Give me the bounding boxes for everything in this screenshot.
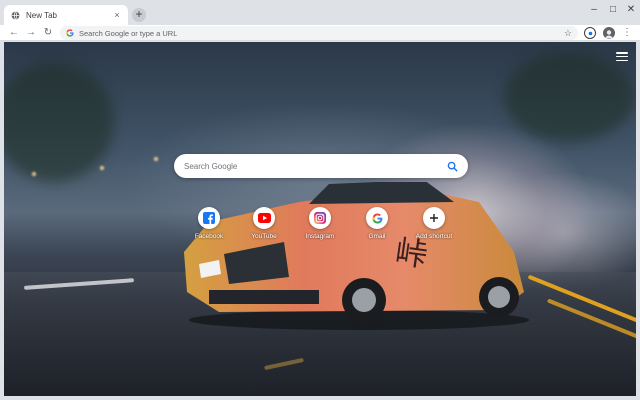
tab-new-tab[interactable]: New Tab ×: [4, 5, 128, 25]
plus-icon: [423, 207, 445, 229]
new-tab-button[interactable]: +: [132, 8, 146, 22]
back-button[interactable]: ←: [8, 27, 20, 39]
search-icon[interactable]: [447, 161, 458, 172]
shortcut-gmail[interactable]: Gmail: [350, 207, 404, 252]
youtube-icon: [253, 207, 275, 229]
extension-icon[interactable]: [584, 27, 596, 39]
shortcut-facebook[interactable]: Facebook: [182, 207, 236, 252]
car-image: 峠: [184, 182, 529, 330]
shortcut-label: Instagram: [305, 233, 335, 240]
facebook-icon: [198, 207, 220, 229]
shortcut-label: Add shortcut: [415, 233, 453, 240]
search-input[interactable]: [184, 161, 447, 171]
reload-button[interactable]: ↻: [42, 27, 54, 39]
new-tab-page: 峠 Facebook YouTube: [4, 42, 636, 396]
google-g-icon: [66, 29, 74, 37]
minimize-button[interactable]: –: [588, 4, 600, 16]
chrome-menu-button[interactable]: ⋮: [621, 27, 633, 39]
browser-toolbar: ← → ↻ ☆ ⋮: [0, 25, 640, 41]
background-light: [154, 157, 158, 161]
shortcut-label: Facebook: [194, 233, 224, 240]
tab-close-icon[interactable]: ×: [112, 10, 122, 20]
hamburger-menu-icon[interactable]: [616, 52, 628, 62]
google-search-box[interactable]: [174, 154, 468, 178]
google-icon: [366, 207, 388, 229]
shortcut-instagram[interactable]: Instagram: [293, 207, 347, 252]
background-blur: [504, 52, 634, 142]
background-light: [100, 166, 104, 170]
shortcut-label: YouTube: [251, 233, 277, 240]
bookmark-star-icon[interactable]: ☆: [564, 28, 572, 38]
globe-icon: [10, 10, 20, 20]
profile-avatar-icon[interactable]: [603, 27, 615, 39]
instagram-icon: [309, 207, 331, 229]
shortcuts-row: Facebook YouTube Instagram Gmail Add sho…: [189, 207, 459, 252]
add-shortcut-button[interactable]: Add shortcut: [407, 207, 461, 252]
shortcut-label: Gmail: [368, 233, 386, 240]
shortcut-youtube[interactable]: YouTube: [237, 207, 291, 252]
close-window-button[interactable]: ✕: [625, 4, 637, 16]
tab-strip: New Tab × + – □ ✕: [0, 0, 640, 25]
tab-title: New Tab: [26, 10, 57, 20]
omnibox-input[interactable]: [79, 27, 564, 39]
omnibox[interactable]: ☆: [60, 26, 578, 40]
forward-button[interactable]: →: [25, 27, 37, 39]
maximize-button[interactable]: □: [607, 4, 619, 16]
background-light: [32, 172, 36, 176]
